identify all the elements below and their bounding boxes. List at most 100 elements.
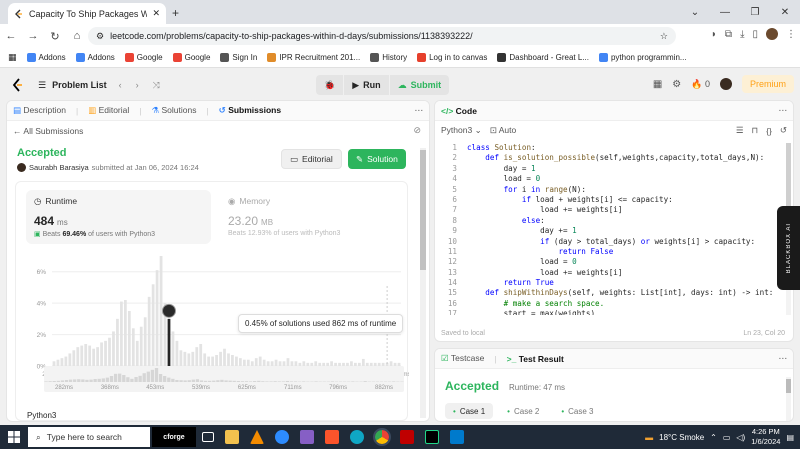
runtime-bar[interactable] (258, 356, 262, 366)
case-tab-3[interactable]: • Case 3 (553, 403, 601, 419)
extension-icon[interactable]: ◗ (711, 29, 717, 40)
runtime-bar[interactable] (223, 348, 226, 366)
streak-counter[interactable]: 🔥 0 (691, 79, 710, 90)
bookmark-item[interactable]: History (370, 53, 407, 62)
reload-icon[interactable]: ↻ (44, 30, 66, 43)
all-submissions-link[interactable]: ← All Submissions (13, 126, 83, 136)
bookmark-item[interactable]: Google (124, 53, 163, 62)
code-line[interactable]: 2 def is_solution_possible(self,weights,… (435, 153, 785, 163)
runtime-bar[interactable] (175, 340, 179, 366)
code-line[interactable]: 17 start = max(weights) (435, 309, 785, 315)
code-line[interactable]: 15 def shipWithinDays(self, weights: Lis… (435, 288, 785, 298)
runtime-bar[interactable] (219, 351, 222, 366)
bookmark-item[interactable]: IPR Recruitment 201... (267, 53, 360, 62)
taskbar-search[interactable]: ⌕ Type here to search (28, 427, 150, 447)
code-line[interactable]: 10 if (day > total_days) or weights[i] >… (435, 237, 785, 247)
close-window-icon[interactable]: ✕ (770, 7, 800, 18)
tab-search-icon[interactable]: ⌄ (680, 7, 710, 18)
runtime-bar[interactable] (139, 326, 143, 366)
runtime-bar[interactable] (191, 351, 195, 366)
runtime-bar[interactable] (108, 337, 111, 366)
bookmark-star-icon[interactable]: ☆ (660, 31, 668, 42)
runtime-bar[interactable] (361, 358, 365, 366)
runtime-bar[interactable] (72, 350, 76, 366)
bookmark-item[interactable]: python programmin... (598, 53, 687, 62)
auto-mode[interactable]: ⊡ Auto (490, 125, 517, 136)
code-line[interactable]: 6 if load + weights[i] <= capacity: (435, 195, 785, 205)
code-line[interactable]: 11 return False (435, 247, 785, 257)
close-tab-icon[interactable]: ✕ (152, 8, 160, 19)
tab-solutions[interactable]: ⚗ Solutions (152, 105, 197, 116)
layout-icon[interactable]: ▦ (653, 79, 662, 90)
file-explorer-icon[interactable] (225, 430, 239, 444)
tab-testcase[interactable]: ☑ Testcase (441, 353, 484, 364)
code-line[interactable]: 1 class Solution: (435, 143, 785, 153)
runtime-range-selector[interactable]: 282ms 368ms 453ms 539ms 625ms 711ms 796ms 882ms (44, 366, 404, 392)
tab-test-result[interactable]: >_ Test Result (507, 354, 564, 364)
runtime-bar[interactable] (183, 351, 187, 366)
menu-icon[interactable]: ⋮ (786, 29, 796, 40)
runtime-bar[interactable] (120, 301, 123, 366)
url-bar[interactable]: ⚙ leetcode.com/problems/capacity-to-ship… (88, 27, 676, 45)
blackbox-ai-tab[interactable]: BLACKBOX AI (777, 206, 800, 290)
maximize-icon[interactable]: ❐ (740, 7, 770, 18)
tab-description[interactable]: ▤ Description (13, 105, 66, 116)
result-more-icon[interactable]: ⋯ (779, 353, 788, 364)
code-line[interactable]: 9 day += 1 (435, 226, 785, 236)
chrome-icon[interactable] (373, 428, 391, 446)
runtime-bar[interactable] (195, 347, 199, 366)
bookmark-item[interactable]: Addons (26, 53, 66, 62)
settings-icon[interactable]: ⚙ (672, 79, 681, 90)
runtime-bar[interactable] (179, 350, 183, 366)
runtime-bar[interactable] (207, 356, 211, 366)
visual-studio-icon[interactable] (300, 430, 314, 444)
tray-chevron-icon[interactable]: ⌃ (710, 433, 717, 442)
puzzle-icon[interactable]: ⧉ (725, 29, 732, 40)
runtime-bar[interactable] (76, 347, 80, 366)
filezilla-icon[interactable] (400, 430, 414, 444)
runtime-bar[interactable] (151, 284, 155, 366)
share-icon[interactable]: ⊘ (413, 125, 421, 136)
runtime-bar[interactable] (147, 296, 151, 366)
runtime-bar[interactable] (68, 353, 72, 366)
more-icon[interactable]: ⋯ (415, 105, 424, 116)
runtime-bar[interactable] (116, 318, 119, 366)
runtime-card[interactable]: ◷ Runtime 484 ms ▣ Beats 69.46% of users … (26, 190, 211, 244)
leetcode-logo-icon[interactable] (12, 78, 24, 92)
runtime-bar[interactable] (60, 358, 64, 366)
browser-tab[interactable]: Capacity To Ship Packages Wit ✕ (8, 3, 166, 24)
runtime-bar[interactable] (88, 345, 92, 366)
code-line[interactable]: 4 load = 0 (435, 174, 785, 184)
pycharm-icon[interactable] (425, 430, 439, 444)
runtime-bar[interactable] (155, 270, 159, 366)
runtime-bar[interactable] (127, 311, 131, 366)
side-panel-icon[interactable]: ▯ (752, 29, 758, 40)
download-icon[interactable]: ⤓ (740, 29, 744, 40)
volume-icon[interactable]: ◁) (736, 433, 745, 442)
runtime-bar[interactable] (203, 353, 207, 366)
memory-card[interactable]: ◉ Memory 23.20 MB Beats 12.93% of users w… (220, 190, 400, 244)
vlc-icon[interactable] (250, 430, 264, 444)
minimize-icon[interactable]: — (710, 7, 740, 18)
runtime-bar[interactable] (104, 340, 107, 366)
case-tab-2[interactable]: • Case 2 (499, 403, 547, 419)
code-line[interactable]: 12 load = 0 (435, 257, 785, 267)
code-tab[interactable]: </> Code (441, 106, 477, 116)
reset-icon[interactable]: ↺ (780, 125, 787, 136)
runtime-bar[interactable] (254, 358, 258, 366)
network-icon[interactable]: ▭ (723, 433, 731, 442)
runtime-bar[interactable] (123, 300, 127, 366)
brave-icon[interactable] (325, 430, 339, 444)
braces-icon[interactable]: {} (766, 126, 772, 136)
bookmark-item[interactable]: Addons (75, 53, 115, 62)
case-tab-1[interactable]: • Case 1 (445, 403, 494, 419)
highlighted-runtime-bar[interactable] (167, 318, 171, 366)
code-line[interactable]: 14 return True (435, 278, 785, 288)
runtime-bar[interactable] (92, 348, 96, 366)
debug-button[interactable]: 🐞 (316, 75, 344, 95)
author-name[interactable]: Saurabh Barasiya (29, 163, 89, 172)
runtime-bar[interactable] (286, 358, 290, 366)
tab-submissions[interactable]: ↺ Submissions (219, 105, 281, 116)
zoom-icon[interactable] (275, 430, 289, 444)
coforge-widget[interactable]: cforge (152, 427, 196, 447)
